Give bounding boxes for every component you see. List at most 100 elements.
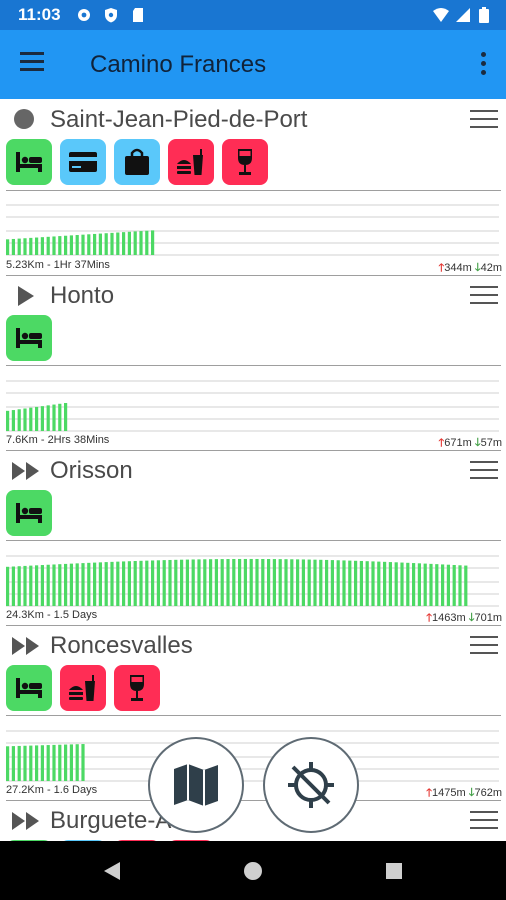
- elevation-bar: [40, 565, 44, 606]
- descent-value: 701m: [474, 612, 502, 624]
- elevation-bar: [406, 562, 410, 606]
- elevation-bar: [46, 564, 50, 606]
- elevation-bar: [284, 559, 288, 606]
- elevation-bar: [35, 565, 39, 606]
- elevation-bar: [52, 404, 56, 431]
- elevation-bar: [151, 230, 155, 255]
- elevation-bar: [23, 565, 27, 606]
- page-title: Camino Frances: [90, 51, 267, 78]
- elevation-bar: [69, 563, 73, 606]
- elevation-profile: [6, 373, 499, 435]
- location-disabled-icon: [288, 762, 334, 808]
- home-icon[interactable]: [241, 859, 265, 883]
- elevation-bar: [127, 231, 131, 255]
- elevation-bar: [435, 564, 439, 606]
- elevation-bar: [365, 561, 369, 606]
- more-vert-icon[interactable]: [478, 52, 488, 78]
- drag-handle-icon[interactable]: [470, 110, 498, 130]
- elevation-bar: [6, 239, 10, 255]
- elevation-bar: [139, 560, 143, 606]
- elevation-bar: [104, 562, 108, 606]
- elevation-bar: [75, 563, 79, 606]
- elevation-bar: [93, 562, 97, 606]
- elevation-bar: [6, 746, 10, 781]
- elevation-bar: [46, 745, 50, 781]
- elevation-bar: [64, 403, 68, 431]
- battery-icon: [479, 7, 489, 23]
- elevation-bar: [122, 232, 126, 255]
- drag-handle-icon[interactable]: [470, 461, 498, 481]
- elevation-bar: [122, 561, 126, 606]
- elevation-bar: [116, 232, 120, 255]
- elevation-bar: [359, 560, 363, 606]
- elevation-bar: [6, 566, 10, 606]
- elevation-bar: [394, 562, 398, 606]
- elevation-bar: [278, 559, 282, 606]
- elevation-bar: [203, 559, 207, 606]
- stage-list[interactable]: Saint-Jean-Pied-de-Port 5.23Km - 1Hr 37M…: [0, 99, 506, 841]
- location-button[interactable]: [263, 737, 359, 833]
- elevation-bar: [162, 560, 166, 606]
- elevation-bar: [325, 559, 329, 606]
- fast-forward-icon: [12, 637, 39, 655]
- bed-icon: [6, 490, 52, 536]
- elevation-bar: [267, 559, 271, 606]
- divider: [6, 540, 501, 541]
- elevation-bar: [29, 745, 33, 781]
- shield-icon: [105, 8, 117, 23]
- drag-handle-icon[interactable]: [470, 636, 498, 656]
- wine-glass-icon: [222, 139, 268, 185]
- elevation-bar: [441, 564, 445, 606]
- elevation-bar: [11, 238, 15, 255]
- elevation-bar: [81, 744, 85, 781]
- elevation-bar: [11, 566, 15, 606]
- distance-time-label: 7.6Km - 2Hrs 38Mins: [6, 434, 110, 446]
- elevation-bar: [17, 745, 21, 781]
- elevation-bar: [232, 558, 236, 606]
- drag-handle-icon[interactable]: [470, 811, 498, 831]
- drag-handle-icon[interactable]: [470, 286, 498, 306]
- elevation-bar: [151, 560, 155, 606]
- map-button[interactable]: [148, 737, 244, 833]
- elevation-bar: [174, 559, 178, 606]
- navigation-bar: [0, 841, 506, 900]
- elevation-bar: [40, 406, 44, 431]
- elevation-bar: [58, 236, 62, 255]
- elevation-bar: [98, 562, 102, 606]
- distance-time-label: 5.23Km - 1Hr 37Mins: [6, 259, 110, 271]
- elevation-bar: [197, 559, 201, 606]
- stage-name: Burguete-A: [50, 807, 172, 834]
- elevation-bar: [58, 564, 62, 606]
- hamburger-menu-icon[interactable]: [20, 52, 50, 76]
- cell-signal-icon: [456, 8, 470, 22]
- elevation-bar: [191, 559, 195, 606]
- back-icon[interactable]: [100, 859, 124, 883]
- elevation-bar: [116, 561, 120, 606]
- elevation-bar: [464, 565, 468, 606]
- elevation-bar: [104, 233, 108, 255]
- elevation-bar: [133, 561, 137, 606]
- elevation-bar: [319, 559, 323, 606]
- elevation-bar: [23, 745, 27, 781]
- elevation-bar: [46, 405, 50, 431]
- elevation-bar: [354, 560, 358, 606]
- recents-icon[interactable]: [382, 859, 406, 883]
- elevation-bar: [127, 561, 131, 606]
- elevation-bar: [180, 559, 184, 606]
- ascent-value: 671m: [444, 437, 472, 449]
- elevation-bar: [296, 559, 300, 606]
- elevation-bar: [342, 560, 346, 606]
- elevation-bar: [69, 744, 73, 781]
- elevation-bar: [458, 565, 462, 606]
- elevation-bar: [58, 744, 62, 781]
- ascent-value: 344m: [444, 262, 472, 274]
- elevation-bar: [348, 560, 352, 606]
- wifi-icon: [433, 8, 449, 22]
- elevation-bar: [29, 237, 33, 255]
- elevation-bar: [23, 238, 27, 255]
- descent-value: 42m: [480, 262, 502, 274]
- elevation-bar: [75, 744, 79, 781]
- elevation-bar: [261, 558, 265, 606]
- distance-time-label: 27.2Km - 1.6 Days: [6, 784, 98, 796]
- elevation-profile: [6, 197, 499, 259]
